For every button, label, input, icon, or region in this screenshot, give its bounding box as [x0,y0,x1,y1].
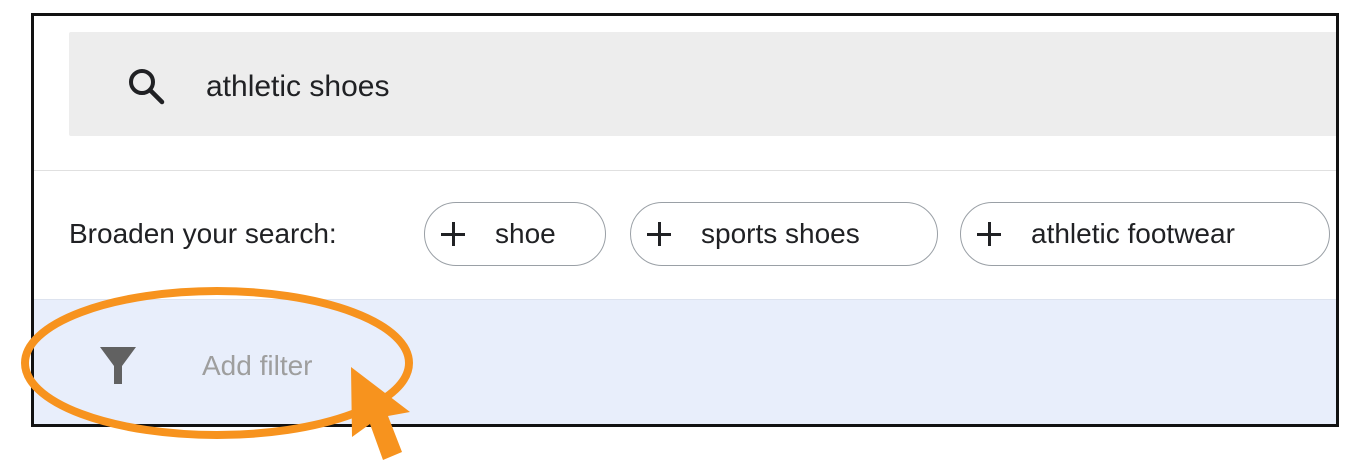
search-bar[interactable]: athletic shoes [69,32,1336,136]
chip-shoe[interactable]: shoe [424,202,606,266]
plus-icon [441,222,465,246]
filter-row[interactable]: Add filter [34,299,1336,424]
broaden-search-label: Broaden your search: [69,218,337,249]
broaden-search-row: Broaden your search: shoe sports shoes a… [34,171,1336,299]
screenshot-frame: athletic shoes Broaden your search: shoe… [31,13,1339,427]
plus-icon [977,222,1001,246]
add-filter-input[interactable]: Add filter [202,349,313,383]
chip-label: shoe [495,218,556,249]
chip-label: sports shoes [701,218,860,249]
chip-sports-shoes[interactable]: sports shoes [630,202,938,266]
chip-athletic-footwear[interactable]: athletic footwear [960,202,1330,266]
filter-icon[interactable] [98,344,138,388]
plus-icon [647,222,671,246]
search-input[interactable]: athletic shoes [206,69,389,105]
search-icon[interactable] [126,66,166,106]
chip-label: athletic footwear [1031,218,1235,249]
